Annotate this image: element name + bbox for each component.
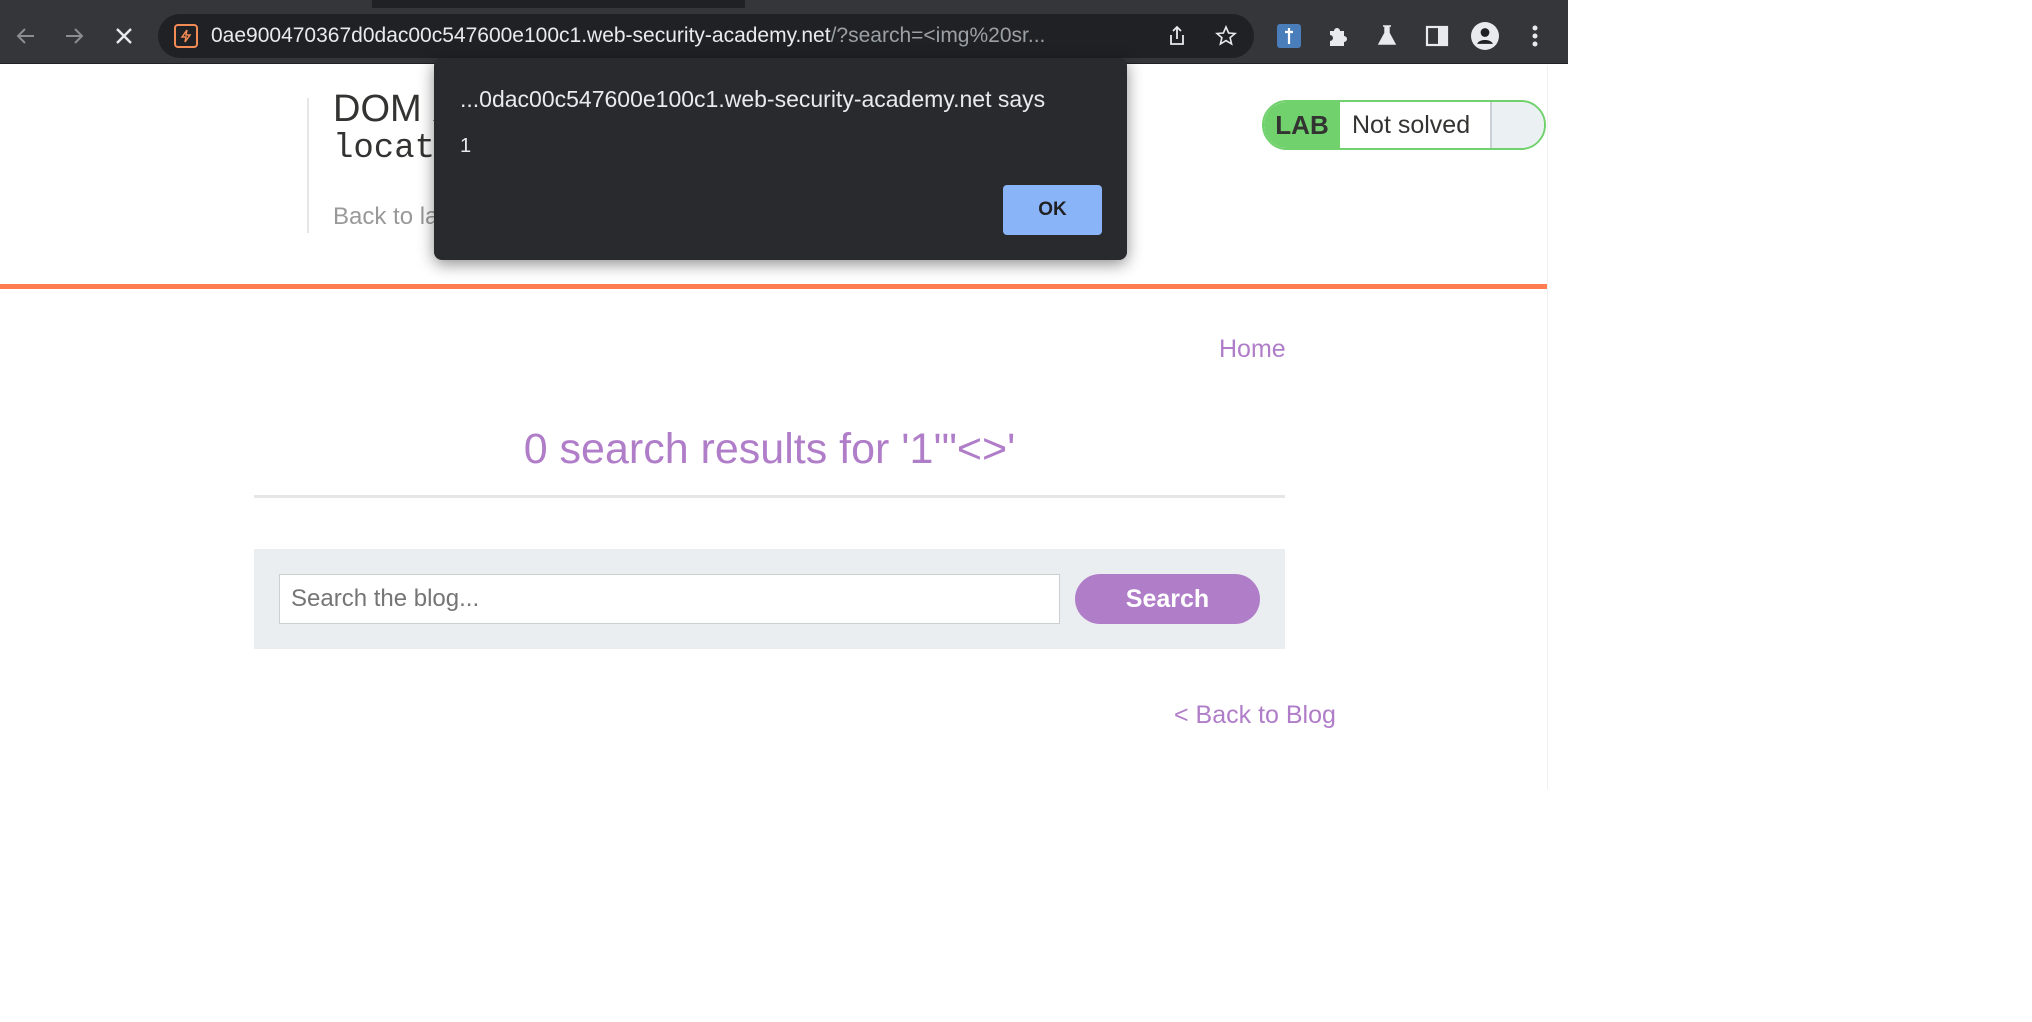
search-input[interactable] xyxy=(279,574,1060,624)
alert-dialog: ...0dac00c547600e100c1.web-security-acad… xyxy=(434,58,1127,260)
lab-flask-icon[interactable] xyxy=(1373,22,1401,50)
results-divider xyxy=(254,495,1285,498)
tab-right-edge xyxy=(745,0,1568,8)
url-path: /?search=<img%20sr... xyxy=(830,24,1046,47)
lab-status-widget: LAB Not solved xyxy=(1262,100,1546,150)
address-bar[interactable]: 0ae900470367d0dac00c547600e100c1.web-sec… xyxy=(158,14,1254,58)
bookmark-star-icon[interactable] xyxy=(1214,24,1238,48)
back-arrow-icon[interactable] xyxy=(8,18,44,54)
header-orange-rule xyxy=(0,284,1547,289)
back-to-blog-link[interactable]: < Back to Blog xyxy=(1174,701,1336,730)
search-button[interactable]: Search xyxy=(1075,574,1260,624)
search-results-heading: 0 search results for '1'"<>' xyxy=(523,425,1016,473)
lab-status-text: Not solved xyxy=(1352,110,1471,139)
menu-kebab-icon[interactable] xyxy=(1521,22,1549,50)
forward-arrow-icon[interactable] xyxy=(56,18,92,54)
puzzle-icon[interactable] xyxy=(1324,22,1352,50)
lab-status-toggle[interactable] xyxy=(1490,102,1544,148)
side-panel-icon[interactable] xyxy=(1423,22,1451,50)
alert-message: 1 xyxy=(460,135,472,157)
alert-title: ...0dac00c547600e100c1.web-security-acad… xyxy=(460,86,1046,112)
url-text[interactable]: 0ae900470367d0dac00c547600e100c1.web-sec… xyxy=(211,14,1146,58)
tab-left-edge xyxy=(0,0,372,8)
header-divider xyxy=(307,98,309,233)
profile-avatar-icon[interactable] xyxy=(1471,22,1499,50)
lab-badge: LAB xyxy=(1264,102,1340,148)
search-form: Search xyxy=(254,549,1285,649)
site-favicon xyxy=(174,24,198,48)
stop-loading-icon[interactable] xyxy=(106,18,142,54)
extension-icon[interactable] xyxy=(1275,22,1303,50)
url-host: 0ae900470367d0dac00c547600e100c1.web-sec… xyxy=(211,24,831,47)
home-link[interactable]: Home xyxy=(1219,335,1286,364)
back-to-lab-link[interactable]: Back to la xyxy=(333,203,438,231)
tab-strip xyxy=(0,0,1568,8)
alert-ok-button[interactable]: OK xyxy=(1003,185,1102,235)
browser-toolbar: 0ae900470367d0dac00c547600e100c1.web-sec… xyxy=(0,8,1568,64)
share-icon[interactable] xyxy=(1165,24,1189,48)
scrollbar-track[interactable] xyxy=(1547,65,1568,789)
